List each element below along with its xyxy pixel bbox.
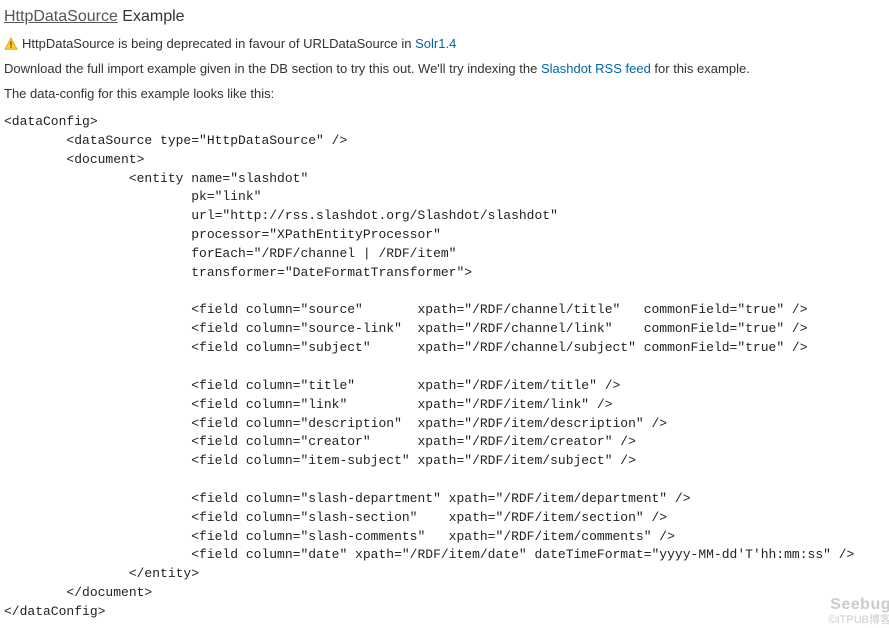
heading-suffix: Example [118, 8, 185, 25]
para1-after: for this example. [651, 61, 750, 76]
slashdot-rss-link[interactable]: Slashdot RSS feed [541, 61, 651, 76]
warning-text: HttpDataSource is being deprecated in fa… [22, 36, 415, 51]
warning-icon [4, 37, 18, 51]
dataconfig-codeblock: <dataConfig> <dataSource type="HttpDataS… [4, 113, 889, 622]
section-heading: HttpDataSource Example [4, 8, 889, 26]
deprecation-warning: HttpDataSource is being deprecated in fa… [4, 36, 889, 51]
solr-version-link[interactable]: Solr1.4 [415, 36, 456, 51]
download-paragraph: Download the full import example given i… [4, 61, 889, 76]
heading-link[interactable]: HttpDataSource [4, 8, 118, 25]
para1-before: Download the full import example given i… [4, 61, 541, 76]
dataconfig-intro: The data-config for this example looks l… [4, 86, 889, 101]
